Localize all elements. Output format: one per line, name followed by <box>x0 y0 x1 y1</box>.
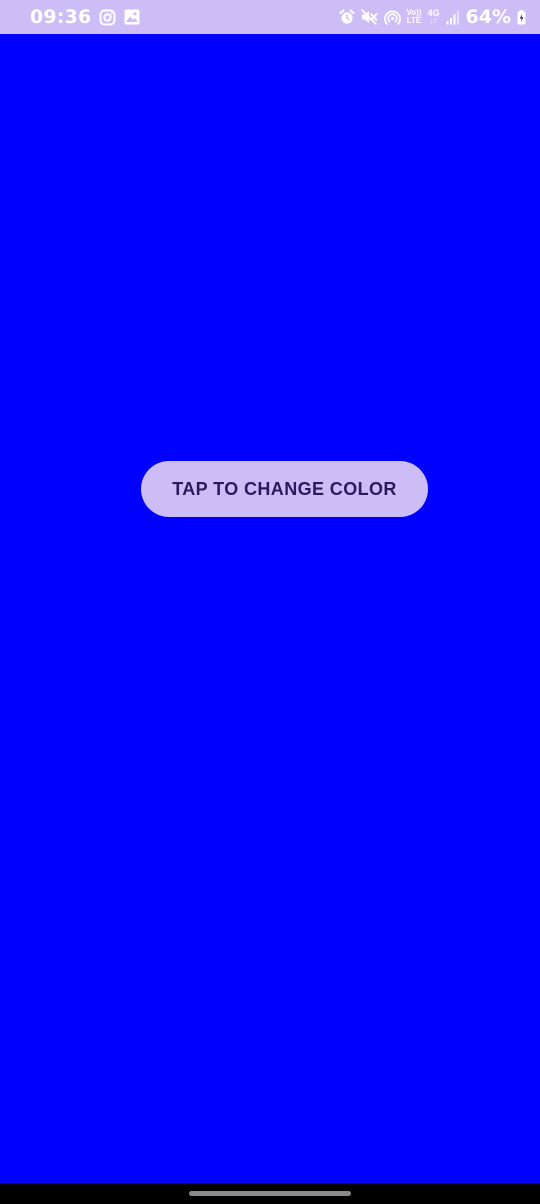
battery-percent: 64% <box>465 6 511 28</box>
navigation-bar <box>0 1183 540 1204</box>
instagram-icon <box>99 9 116 26</box>
alarm-icon <box>339 9 355 25</box>
status-right: Vo)) LTE 4G ↓↑ 64% <box>339 6 526 28</box>
network-arrows: ↓↑ <box>430 18 437 25</box>
hotspot-icon <box>383 9 401 26</box>
status-bar: 09:36 Vo)) LTE 4G ↓↑ 64% <box>0 0 540 34</box>
change-color-button[interactable]: TAP TO CHANGE COLOR <box>141 461 428 517</box>
volte-indicator: Vo)) LTE <box>407 9 422 25</box>
main-content: TAP TO CHANGE COLOR <box>0 34 540 1183</box>
network-type-label: 4G <box>427 8 440 18</box>
status-time: 09:36 <box>30 6 92 28</box>
network-4g-indicator: 4G ↓↑ <box>427 8 440 26</box>
signal-icon <box>446 10 460 25</box>
volte-bottom-label: LTE <box>406 16 422 25</box>
mute-icon <box>360 9 378 25</box>
image-icon <box>124 9 140 25</box>
status-left: 09:36 <box>30 6 140 28</box>
gesture-handle[interactable] <box>189 1191 351 1196</box>
battery-icon <box>517 9 526 25</box>
app-screen: 09:36 Vo)) LTE 4G ↓↑ 64% TAP TO CHANGE C… <box>0 0 540 1204</box>
